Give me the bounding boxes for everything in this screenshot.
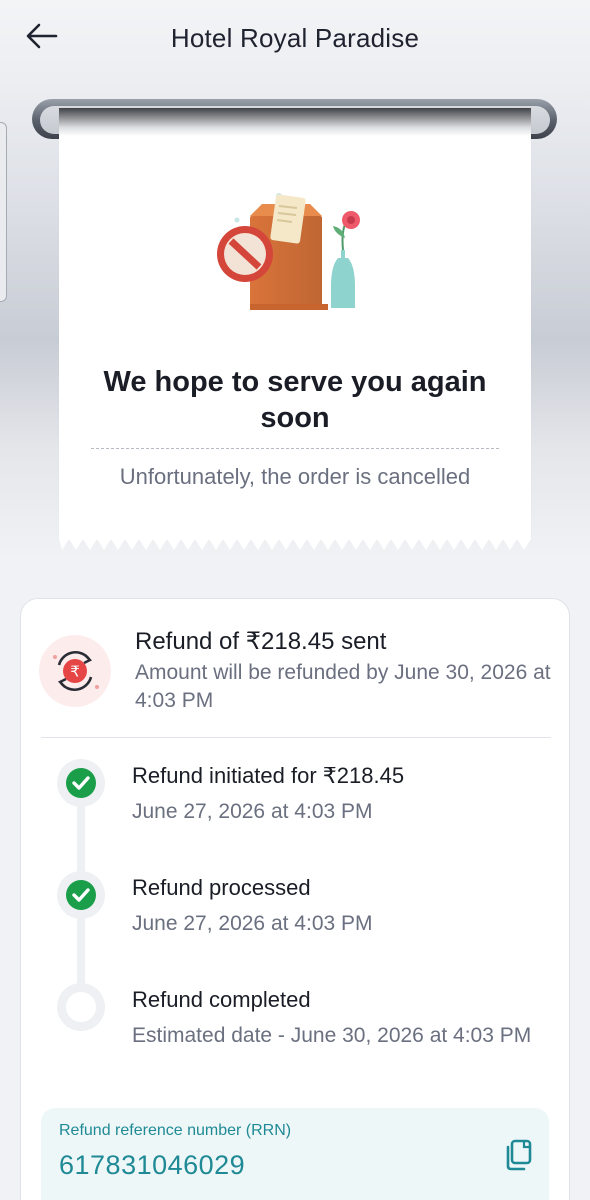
pending-circle-icon	[57, 983, 105, 1031]
step-date: June 27, 2026 at 4:03 PM	[132, 912, 373, 935]
rrn-label: Refund reference number (RRN)	[59, 1122, 292, 1139]
rupee-refund-icon: ₹	[39, 635, 111, 707]
svg-text:₹: ₹	[70, 663, 80, 681]
step-title: Refund processed	[132, 875, 311, 900]
refund-title: Refund of ₹218.45 sent	[135, 628, 387, 655]
refund-description: Amount will be refunded by June 30, 2026…	[135, 661, 551, 712]
copy-icon[interactable]	[503, 1138, 535, 1172]
step-date: Estimated date - June 30, 2026 at 4:03 P…	[132, 1024, 532, 1047]
page-title: Hotel Royal Paradise	[170, 22, 420, 53]
rrn-value: 617831046029	[59, 1150, 246, 1180]
dashed-divider	[91, 448, 499, 449]
check-circle-icon	[57, 759, 105, 807]
arrow-left-icon	[26, 23, 58, 49]
check-circle-icon	[57, 871, 105, 919]
receipt-torn-edge	[59, 539, 531, 550]
receipt-shadow	[59, 108, 531, 136]
cancelled-order-bag-icon	[217, 193, 360, 310]
step-title: Refund initiated for ₹218.45	[132, 763, 405, 788]
receipt-heading: We hope to serve you again soon	[103, 366, 487, 434]
previous-card-edge	[0, 122, 7, 302]
back-button[interactable]	[22, 18, 62, 54]
cancellation-message: Unfortunately, the order is cancelled	[119, 464, 471, 489]
step-date: June 27, 2026 at 4:03 PM	[132, 800, 373, 823]
step-title: Refund completed	[132, 987, 311, 1012]
card-divider	[41, 737, 551, 738]
cancelled-receipt: We hope to serve you again soon Unfortun…	[59, 108, 531, 540]
top-bar: Hotel Royal Paradise	[0, 0, 590, 76]
refund-card: ₹ Refund of ₹218.45 sent Amount will be …	[20, 598, 570, 1200]
rrn-box: Refund reference number (RRN) 6178310460…	[41, 1108, 549, 1200]
